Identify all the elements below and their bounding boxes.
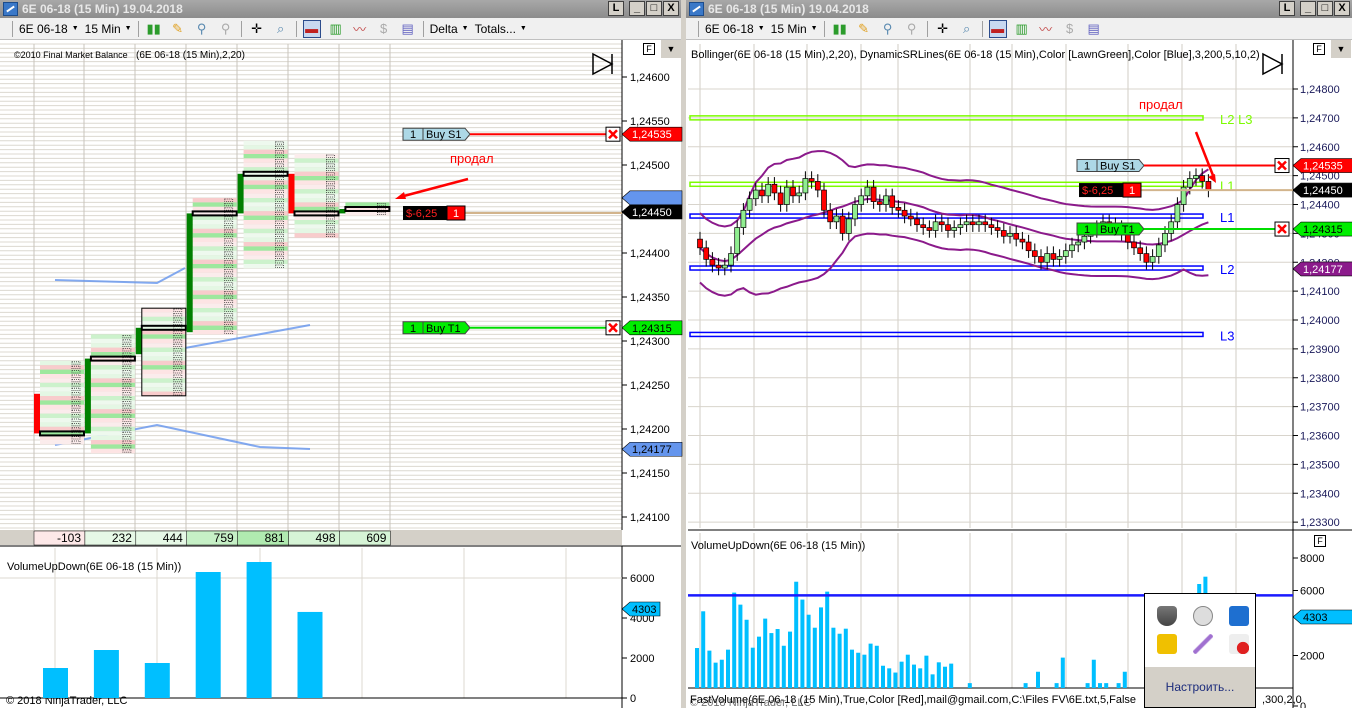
strategies-icon[interactable]: $ [375,20,393,38]
chart-options-dropdown[interactable]: ▼ [661,40,681,58]
candles-icon[interactable]: ▥ [1013,20,1031,38]
indicators-icon[interactable]: 〰 [351,20,369,38]
instrument-dropdown[interactable]: 6E 06-18 ▼ [705,22,765,36]
left-chart-window: 6E 06-18 (15 Min) 19.04.2018 L _ □ X 6E 06-… [0,0,681,708]
data-box-icon[interactable]: ▤ [1085,20,1103,38]
interval-label: 15 Min [770,21,807,36]
interval-dropdown[interactable]: 15 Min ▼ [771,22,818,36]
interval-dropdown[interactable]: 15 Min ▼ [85,22,132,36]
indicators-icon[interactable]: 〰 [1037,20,1055,38]
left-title-bar[interactable]: 6E 06-18 (15 Min) 19.04.2018 L _ □ X [0,0,681,18]
magnifier-icon[interactable]: ⌕ [272,20,290,38]
minimize-button[interactable]: _ [629,1,645,16]
candles-icon[interactable]: ▥ [327,20,345,38]
chart-format-button[interactable]: F [1313,43,1325,55]
magnifier-icon[interactable]: ⌕ [958,20,976,38]
pencil-icon[interactable]: ✎ [855,20,873,38]
instrument-label: 6E 06-18 [19,21,68,36]
teamviewer-icon[interactable] [1229,606,1249,626]
chart-trader-icon[interactable]: ▬ [988,19,1007,38]
link-button[interactable]: L [608,1,624,16]
zoom-out-icon[interactable]: ⚲ [217,20,235,38]
bar-type-icon[interactable]: ▮▮ [145,20,163,38]
delta-label: Delta [429,21,458,36]
chart-format-button[interactable]: F [643,43,655,55]
tray-popup: Настроить... [1144,593,1256,708]
maximize-button[interactable]: □ [646,1,662,16]
zoom-out-icon[interactable]: ⚲ [903,20,921,38]
chart-options-dropdown[interactable]: ▼ [1331,40,1351,58]
window-title: 6E 06-18 (15 Min) 19.04.2018 [22,2,183,16]
bar-type-icon[interactable]: ▮▮ [831,20,849,38]
data-box-icon[interactable]: ▤ [399,20,417,38]
crosshair-icon[interactable]: ✛ [934,20,952,38]
feather-icon[interactable] [1193,634,1213,654]
instrument-dropdown[interactable]: 6E 06-18 ▼ [19,22,79,36]
totals-label: Totals... [474,21,516,36]
pencil-icon[interactable]: ✎ [169,20,187,38]
instrument-label: 6E 06-18 [705,21,754,36]
chart-trader-icon[interactable]: ▬ [302,19,321,38]
minimize-button[interactable]: _ [1300,1,1316,16]
crosshair-icon[interactable]: ✛ [248,20,266,38]
delta-menu[interactable]: Delta ▼ [430,22,469,36]
disk-icon[interactable] [1193,606,1213,626]
customize-link[interactable]: Настроить... [1145,667,1255,707]
chart-app-icon [3,2,18,16]
link-button[interactable]: L [1279,1,1295,16]
right-title-bar[interactable]: 6E 06-18 (15 Min) 19.04.2018 L _ □ X [686,0,1352,18]
warning-icon[interactable] [1157,634,1177,654]
left-toolbar: 6E 06-18 ▼ 15 Min ▼ ▮▮ ✎ ⚲ ⚲ ✛ ⌕ ▬ ▥ 〰 $ ▤… [0,18,681,40]
flag-error-icon[interactable] [1229,634,1249,654]
zoom-in-icon[interactable]: ⚲ [879,20,897,38]
close-button[interactable]: X [1334,1,1350,16]
chart-app-icon [689,2,704,16]
right-toolbar: 6E 06-18 ▼ 15 Min ▼ ▮▮ ✎ ⚲ ⚲ ✛ ⌕ ▬ ▥ 〰 $ ▤ [686,18,1352,40]
interval-label: 15 Min [84,21,121,36]
volume-format-button[interactable]: F [1314,535,1326,547]
close-button[interactable]: X [663,1,679,16]
window-title: 6E 06-18 (15 Min) 19.04.2018 [708,2,869,16]
totals-menu[interactable]: Totals... ▼ [475,22,527,36]
usb-safe-icon[interactable] [1157,606,1177,626]
maximize-button[interactable]: □ [1317,1,1333,16]
zoom-in-icon[interactable]: ⚲ [193,20,211,38]
strategies-icon[interactable]: $ [1061,20,1079,38]
